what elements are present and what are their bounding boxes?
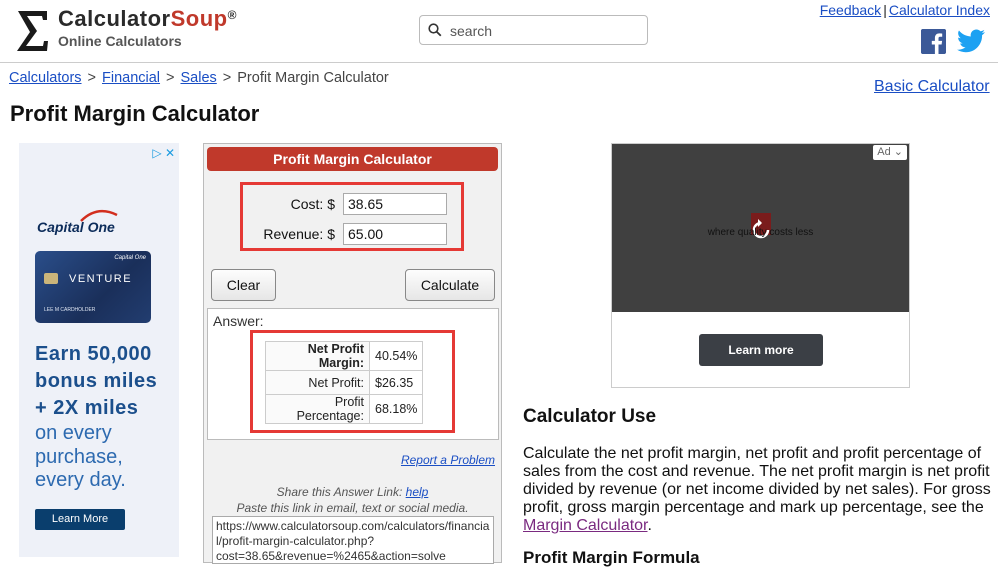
table-row: Net Profit Margin: 40.54% [265, 341, 424, 371]
answer-label: Answer: [213, 313, 264, 329]
paste-link-text: Paste this link in email, text or social… [236, 501, 469, 515]
result-value: $26.35 [368, 370, 424, 395]
ad-video[interactable]: Ad ⌄ where quality costs less [612, 144, 909, 312]
header-divider [0, 62, 998, 63]
input-highlight-box: Cost: $ Revenue: $ [240, 182, 464, 251]
share-answer-text: Share this Answer Link: [276, 485, 403, 499]
card-holder: LEE M CARDHOLDER [44, 307, 96, 313]
cost-label: Cost: $ [290, 196, 335, 212]
ad-headline-line: bonus miles [35, 370, 158, 392]
breadcrumb-financial[interactable]: Financial [102, 70, 160, 86]
ad-badge[interactable]: Ad ⌄ [873, 145, 907, 160]
result-label: Profit Percentage: [265, 394, 370, 424]
card-chip [44, 273, 58, 284]
ad-tagline: where quality costs less [707, 227, 814, 238]
logo-registered: ® [227, 8, 237, 22]
top-links: Feedback | Calculator Index [820, 2, 990, 18]
ad-learn-more-button[interactable]: Learn More [35, 509, 125, 530]
credit-card-image: Capital One VENTURE LEE M CARDHOLDER [35, 251, 151, 323]
revenue-row: Revenue: $ [243, 223, 461, 245]
share-answer-line: Share this Answer Link: help [204, 485, 501, 499]
answer-box: Answer: Net Profit Margin: 40.54% Net Pr… [207, 308, 499, 440]
left-ad[interactable]: ▷ ✕ Capital One Capital One VENTURE LEE … [19, 143, 179, 557]
cost-row: Cost: $ [243, 193, 461, 215]
calculate-button[interactable]: Calculate [405, 269, 495, 301]
facebook-icon[interactable] [921, 29, 946, 54]
logo-wordmark[interactable]: CalculatorSoup® [58, 6, 237, 32]
logo-subtitle: Online Calculators [58, 33, 182, 49]
ad-headline-line: Earn 50,000 [35, 343, 152, 365]
breadcrumb-current: Profit Margin Calculator [237, 70, 389, 86]
breadcrumb-calculators[interactable]: Calculators [9, 70, 82, 86]
ad-body-line: every day. [35, 469, 126, 491]
result-value: 68.18% [368, 394, 424, 424]
profit-margin-formula-heading: Profit Margin Formula [523, 548, 700, 567]
card-name: VENTURE [69, 273, 133, 285]
result-highlight-box: Net Profit Margin: 40.54% Net Profit: $2… [250, 330, 455, 433]
right-ad[interactable]: Ad ⌄ where quality costs less Learn more [611, 143, 910, 388]
result-value: 40.54% [368, 341, 424, 371]
swoosh-icon [80, 209, 118, 222]
table-row: Net Profit: $26.35 [265, 370, 424, 395]
calculator-use-period: . [647, 517, 652, 534]
breadcrumb-arrow: > [166, 70, 175, 86]
twitter-icon[interactable] [957, 28, 985, 54]
search-icon [428, 23, 442, 37]
page-title: Profit Margin Calculator [10, 101, 260, 126]
ad-badge-label: Ad [877, 146, 891, 158]
ad-body-line: on every [35, 422, 112, 444]
ad-learn-more-button[interactable]: Learn more [699, 334, 823, 366]
table-row: Profit Percentage: 68.18% [265, 394, 424, 424]
card-brand: Capital One [114, 255, 146, 261]
result-label: Net Profit: [265, 370, 370, 395]
search-input[interactable] [448, 19, 642, 43]
sigma-logo-icon[interactable] [14, 8, 52, 54]
ad-body: on every purchase, every day. [35, 422, 126, 493]
result-label: Net Profit Margin: [265, 341, 370, 371]
calculator-title: Profit Margin Calculator [207, 147, 498, 171]
ad-headline: Earn 50,000 bonus miles + 2X miles [35, 341, 157, 422]
search-box[interactable] [419, 15, 648, 45]
ad-body-line: purchase, [35, 445, 123, 468]
report-problem-link[interactable]: Report a Problem [401, 453, 495, 467]
results-table: Net Profit Margin: 40.54% Net Profit: $2… [265, 341, 424, 424]
logo-calculator: Calculator [58, 6, 171, 31]
share-help-link[interactable]: help [406, 485, 429, 499]
margin-calculator-link[interactable]: Margin Calculator [523, 517, 648, 534]
ad-headline-line: + 2X miles [35, 397, 139, 419]
adchoices-icon[interactable]: ▷ ✕ [152, 146, 175, 160]
top-link-separator: | [883, 2, 887, 18]
breadcrumb-arrow: > [222, 70, 232, 86]
calculator-panel: Profit Margin Calculator Cost: $ Revenue… [203, 143, 502, 564]
calculator-index-link[interactable]: Calculator Index [889, 2, 990, 18]
feedback-link[interactable]: Feedback [820, 2, 881, 18]
breadcrumb-sales[interactable]: Sales [181, 70, 217, 86]
breadcrumb: Calculators > Financial > Sales > Profit Margi… [9, 70, 389, 86]
calculator-use-title: Calculator Use [523, 406, 657, 427]
cost-input[interactable] [343, 193, 447, 215]
basic-calculator-link[interactable]: Basic Calculator [874, 78, 990, 96]
breadcrumb-arrow: > [87, 70, 96, 86]
calculator-use-body: Calculate the net profit margin, net pro… [523, 445, 991, 516]
logo-soup: Soup [170, 6, 228, 31]
clear-button[interactable]: Clear [211, 269, 276, 301]
revenue-label: Revenue: $ [263, 226, 335, 242]
revenue-input[interactable] [343, 223, 447, 245]
calculator-use-text: Calculate the net profit margin, net pro… [523, 445, 993, 535]
